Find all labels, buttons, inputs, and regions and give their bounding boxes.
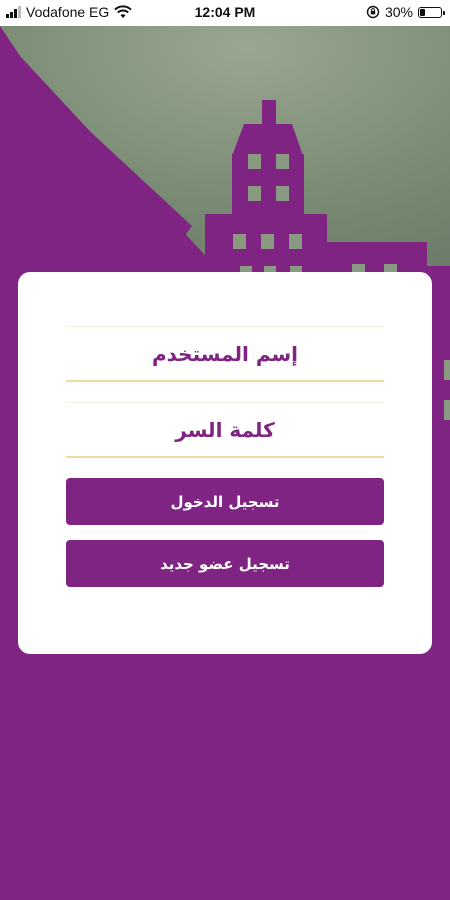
rotation-lock-icon — [366, 5, 380, 19]
chimney — [262, 100, 276, 124]
battery-fill — [420, 8, 425, 16]
login-card: تسجيل الدخول تسجيل عضو جديد — [18, 272, 432, 654]
tower-roof — [232, 124, 303, 156]
battery-percent: 30% — [384, 4, 413, 20]
username-input[interactable] — [66, 326, 384, 381]
register-button[interactable]: تسجيل عضو جديد — [66, 540, 384, 587]
tower — [232, 154, 304, 214]
status-bar: Vodafone EG 12:04 PM 30% — [0, 0, 450, 26]
login-button[interactable]: تسجيل الدخول — [66, 478, 384, 525]
password-field — [66, 402, 384, 458]
battery-icon — [418, 6, 445, 18]
username-field — [66, 326, 384, 382]
status-right: 30% — [366, 4, 445, 20]
password-input[interactable] — [66, 402, 384, 457]
